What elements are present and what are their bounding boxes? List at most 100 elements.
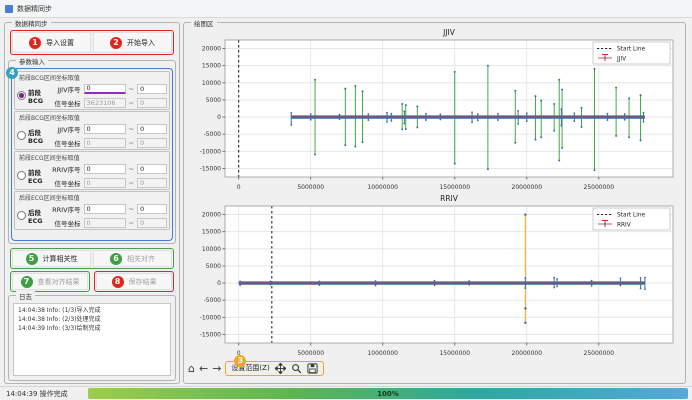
save-result-button[interactable]: 8 保存结果 [96,273,172,290]
actions-row1-frame: 5 计算相关性 6 相关对齐 [10,248,174,269]
svg-text:-15000: -15000 [200,165,221,172]
svg-text:10000000: 10000000 [367,184,398,191]
start-import-button[interactable]: 2 开始导入 [93,32,172,53]
param-section-rear-ecg: 后段ECG区间坐标取值 后段ECG RRIV序号 ~ [14,191,170,230]
signal-coord-to-input[interactable] [137,98,167,108]
save-result-frame: 8 保存结果 [94,271,174,292]
save-result-label: 保存结果 [129,277,157,287]
svg-text:15000000: 15000000 [439,350,470,357]
signal-coord-to-input[interactable] [137,178,167,188]
sync-groupbox: 数据精同步 1 导入设置 2 开始导入 参数输入 前段BCG区间坐标取值 前段B… [4,22,180,384]
svg-text:20000000: 20000000 [512,350,543,357]
window-title: 数据精同步 [17,4,52,14]
svg-text:20000: 20000 [202,212,221,219]
rriv-index-from-input[interactable] [84,204,126,214]
svg-text:RRIV: RRIV [440,194,459,203]
correlation-align-button[interactable]: 6 相关对齐 [93,250,172,267]
signal-coord-from-input[interactable] [84,218,126,228]
jjiv-index-to-input[interactable] [137,84,167,94]
progress-bar: 100% [88,388,688,399]
param-section-front-ecg: 前段ECG区间坐标取值 前段ECG RRIV序号 ~ [14,151,170,190]
log-groupbox: 日志 14:04:38 Info: (1/3)导入完成 14:04:38 Inf… [8,295,176,381]
svg-text:JJIV: JJIV [442,28,456,37]
radio-front-bcg[interactable]: 前段BCG [17,87,46,105]
params-groupbox: 参数输入 前段BCG区间坐标取值 前段BCG JJIV序号 ~ [8,60,176,244]
signal-coord-from-input[interactable] [84,178,126,188]
compute-correlation-button[interactable]: 5 计算相关性 [12,250,91,267]
view-result-frame: 7 查看对齐结果 [10,271,90,292]
import-settings-button[interactable]: 1 导入设置 [12,32,91,53]
status-text: 14:04:39 操作完成 [6,389,68,399]
app-icon [5,5,13,13]
svg-text:-5000: -5000 [204,297,222,304]
jjiv-index-from-input[interactable] [84,84,126,94]
svg-text:RRIV: RRIV [617,223,631,229]
svg-text:5000000: 5000000 [297,184,324,191]
import-buttons-frame: 1 导入设置 2 开始导入 [10,30,174,55]
param-section-title: 后段ECG区间坐标取值 [15,192,169,202]
tilde-separator: ~ [129,125,134,133]
radio-icon [17,91,26,100]
annotation-badge-3: 3 [234,355,246,367]
svg-text:15000000: 15000000 [439,184,470,191]
radio-icon [17,211,26,220]
radio-front-ecg[interactable]: 前段ECG [17,167,46,185]
svg-text:5000000: 5000000 [297,350,324,357]
save-icon[interactable] [307,363,318,374]
signal-coord-label: 信号坐标 [46,98,81,108]
annotation-badge-4: 4 [6,67,18,79]
rriv-index-label: RRIV序号 [46,164,81,174]
rriv-index-to-input[interactable] [137,204,167,214]
zoom-icon[interactable] [291,363,302,374]
svg-text:0: 0 [237,184,241,191]
signal-coord-to-input[interactable] [137,138,167,148]
tilde-separator: ~ [129,165,134,173]
svg-text:JJIV: JJIV [616,57,626,63]
jjiv-index-to-input[interactable] [137,124,167,134]
annotation-badge-7: 7 [21,276,33,288]
tilde-separator: ~ [129,179,134,187]
signal-coord-from-input[interactable] [84,98,126,108]
svg-text:20000000: 20000000 [512,184,543,191]
svg-text:15000: 15000 [202,229,221,236]
signal-coord-label: 信号坐标 [46,178,81,188]
svg-text:15000: 15000 [202,63,221,70]
svg-text:25000000: 25000000 [584,350,615,357]
jjiv-index-from-input[interactable] [84,124,126,134]
svg-text:5000: 5000 [206,97,221,104]
compute-correlation-label: 计算相关性 [43,254,78,264]
import-settings-label: 导入设置 [46,38,74,48]
svg-text:0: 0 [217,114,221,121]
signal-coord-from-input[interactable] [84,138,126,148]
radio-rear-ecg[interactable]: 后段ECG [17,207,46,225]
set-range-annotation-frame: 3 设置范围(Z) [225,361,323,376]
svg-text:Start Line: Start Line [617,213,646,219]
view-align-result-label: 查看对齐结果 [38,277,80,287]
radio-icon [17,171,26,180]
param-section-title: 前段ECG区间坐标取值 [15,152,169,162]
param-section-title: 后段BCG区间坐标取值 [15,112,169,122]
param-section-rear-bcg: 后段BCG区间坐标取值 后段BCG JJIV序号 ~ [14,111,170,150]
svg-text:25000000: 25000000 [584,184,615,191]
svg-text:-10000: -10000 [200,314,221,321]
forward-icon[interactable]: → [212,363,221,374]
svg-text:Start Line: Start Line [617,47,646,53]
params-group-title: 参数输入 [16,56,48,66]
radio-icon [17,131,26,140]
rriv-index-from-input[interactable] [84,164,126,174]
rriv-index-to-input[interactable] [137,164,167,174]
log-list: 14:04:38 Info: (1/3)导入完成 14:04:38 Info: … [13,303,171,376]
view-align-result-button[interactable]: 7 查看对齐结果 [12,273,88,290]
radio-rear-bcg[interactable]: 后段BCG [17,127,46,145]
home-icon[interactable]: ⌂ [188,363,195,374]
tilde-separator: ~ [129,139,134,147]
svg-text:20000: 20000 [202,46,221,53]
chart-toolbar: ⌂ ← → 3 设置范围(Z) [188,359,324,377]
signal-coord-label: 信号坐标 [46,138,81,148]
back-icon[interactable]: ← [199,363,208,374]
svg-text:10000000: 10000000 [367,350,398,357]
svg-text:5000: 5000 [206,263,221,270]
param-section-title: 前段BCG区间坐标取值 [15,72,169,82]
signal-coord-to-input[interactable] [137,218,167,228]
pan-icon[interactable] [275,363,286,374]
